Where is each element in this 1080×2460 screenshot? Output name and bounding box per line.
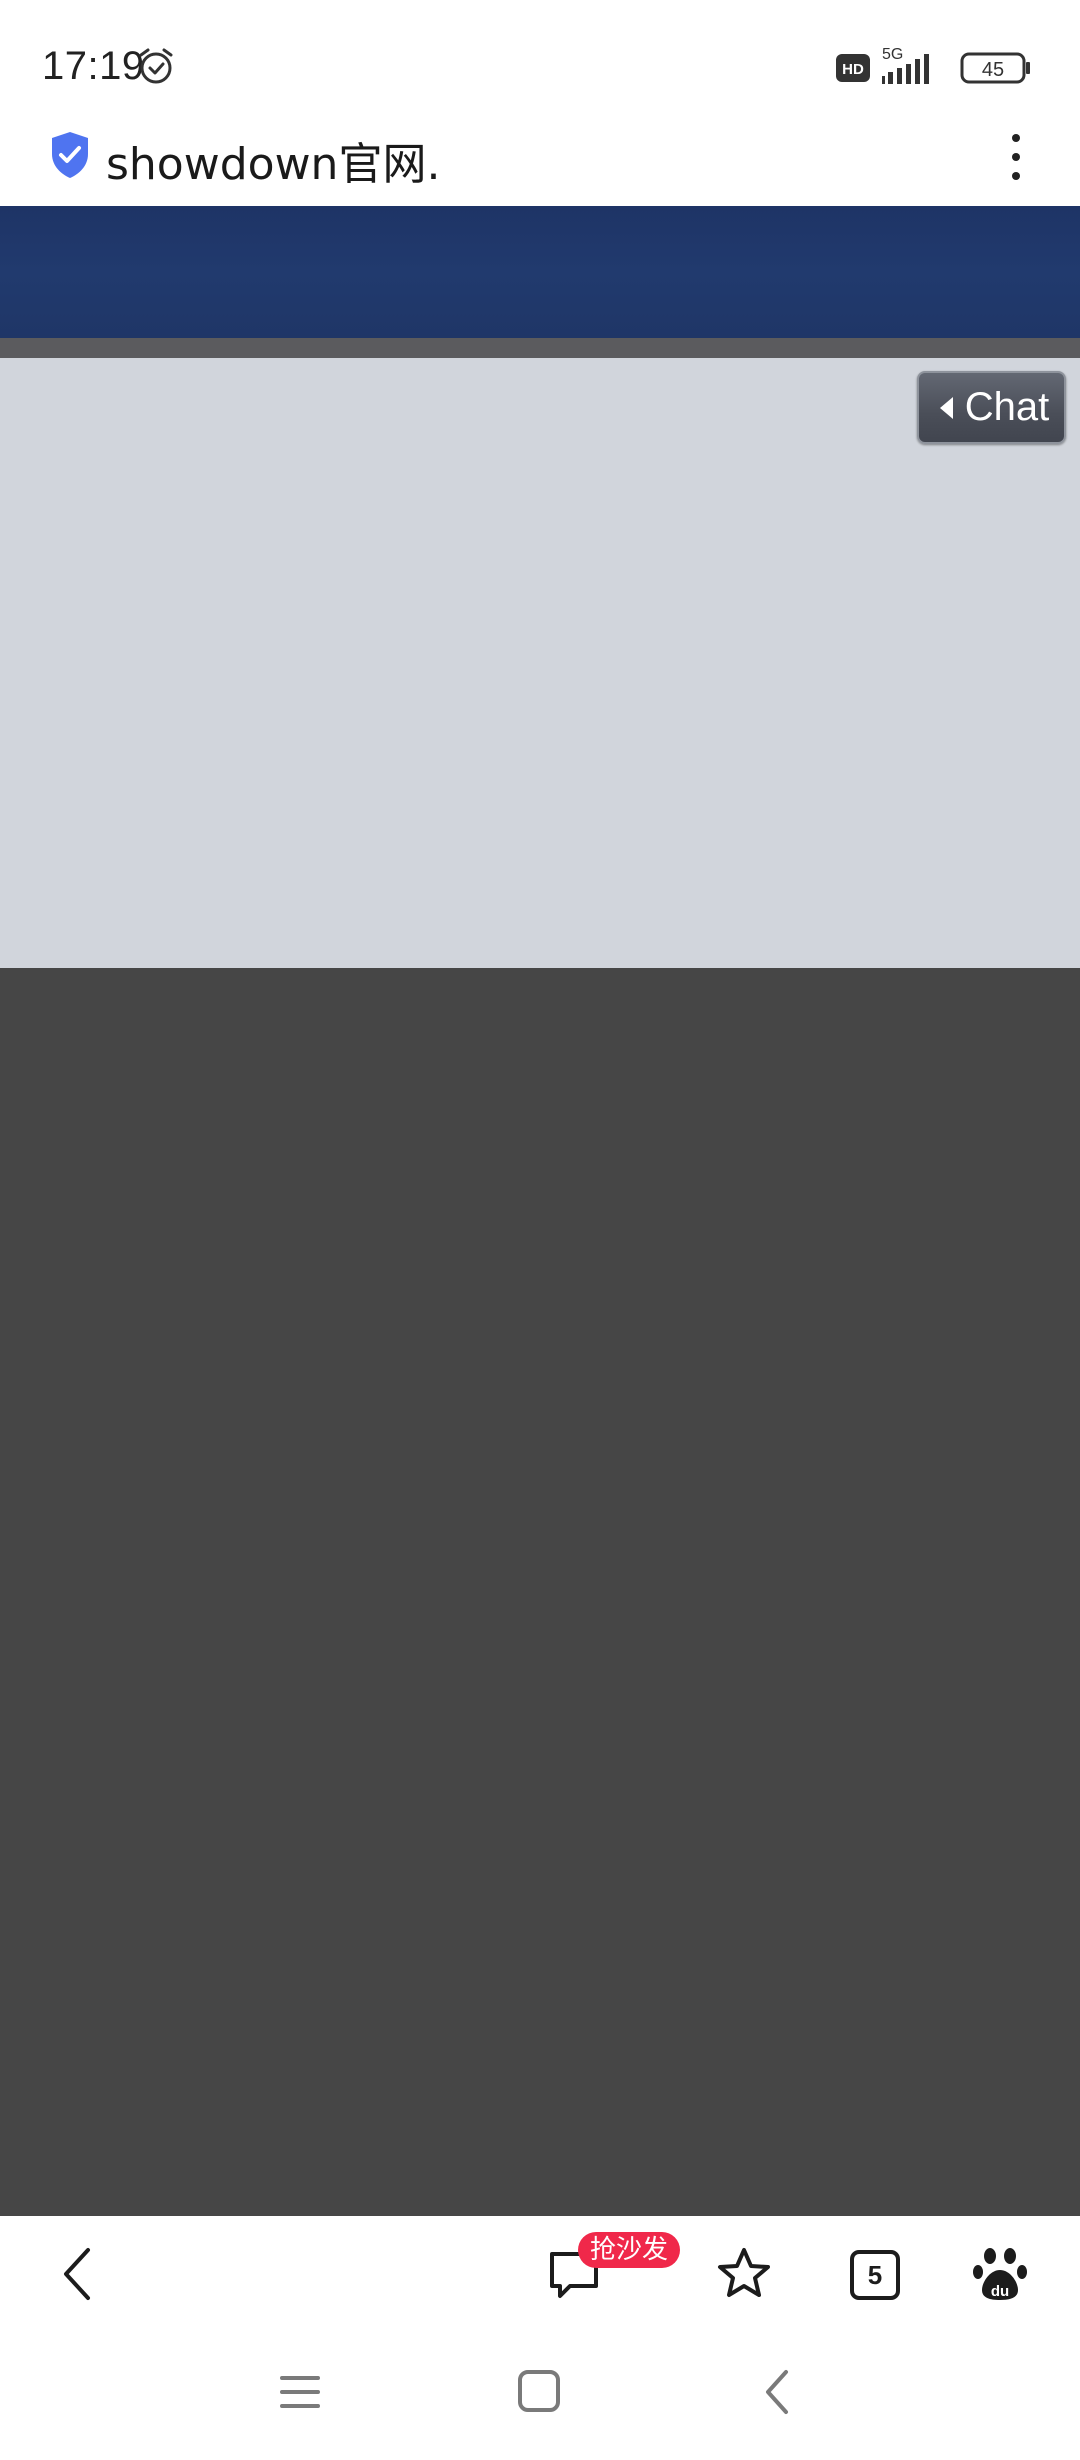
star-icon[interactable] xyxy=(714,2244,774,2304)
chat-button[interactable]: Chat xyxy=(917,371,1066,444)
tabs-button[interactable]: 5 xyxy=(850,2250,900,2300)
tab-count: 5 xyxy=(867,2259,883,2290)
menu-nav-icon[interactable] xyxy=(278,2372,322,2412)
alarm-icon xyxy=(139,48,173,84)
status-time: 17:19 xyxy=(42,44,145,88)
home-nav-icon[interactable] xyxy=(516,2368,562,2414)
back-nav-icon[interactable] xyxy=(760,2368,794,2416)
page-url[interactable]: showdown官网. xyxy=(106,128,440,192)
battery-level: 45 xyxy=(982,59,1004,81)
hd-label: HD xyxy=(842,61,864,78)
signal-icon: 5G xyxy=(882,46,929,84)
caret-left-icon xyxy=(939,396,953,419)
network-type: 5G xyxy=(882,46,903,63)
status-bar: 17:19 HD 5G 45 xyxy=(0,0,1080,118)
back-arrow-icon[interactable] xyxy=(58,2246,98,2302)
battery-icon: 45 xyxy=(960,52,1030,84)
hero-banner xyxy=(0,206,1080,338)
baidu-paw-icon[interactable]: du xyxy=(972,2244,1028,2304)
comment-badge[interactable]: 抢沙发 xyxy=(578,2232,681,2268)
address-bar[interactable]: showdown官网. xyxy=(0,118,1080,206)
chat-button-label: Chat xyxy=(964,385,1050,429)
hd-icon: HD xyxy=(836,54,870,82)
more-vertical-icon[interactable] xyxy=(1006,124,1026,190)
shield-check-icon xyxy=(52,132,88,178)
header-divider xyxy=(0,338,1080,358)
svg-text:du: du xyxy=(991,2283,1009,2300)
dark-area xyxy=(0,968,1080,2216)
content-area xyxy=(0,358,1080,968)
system-nav-bar xyxy=(0,2332,1080,2460)
bottom-toolbar: 抢沙发 5 du xyxy=(0,2216,1080,2332)
